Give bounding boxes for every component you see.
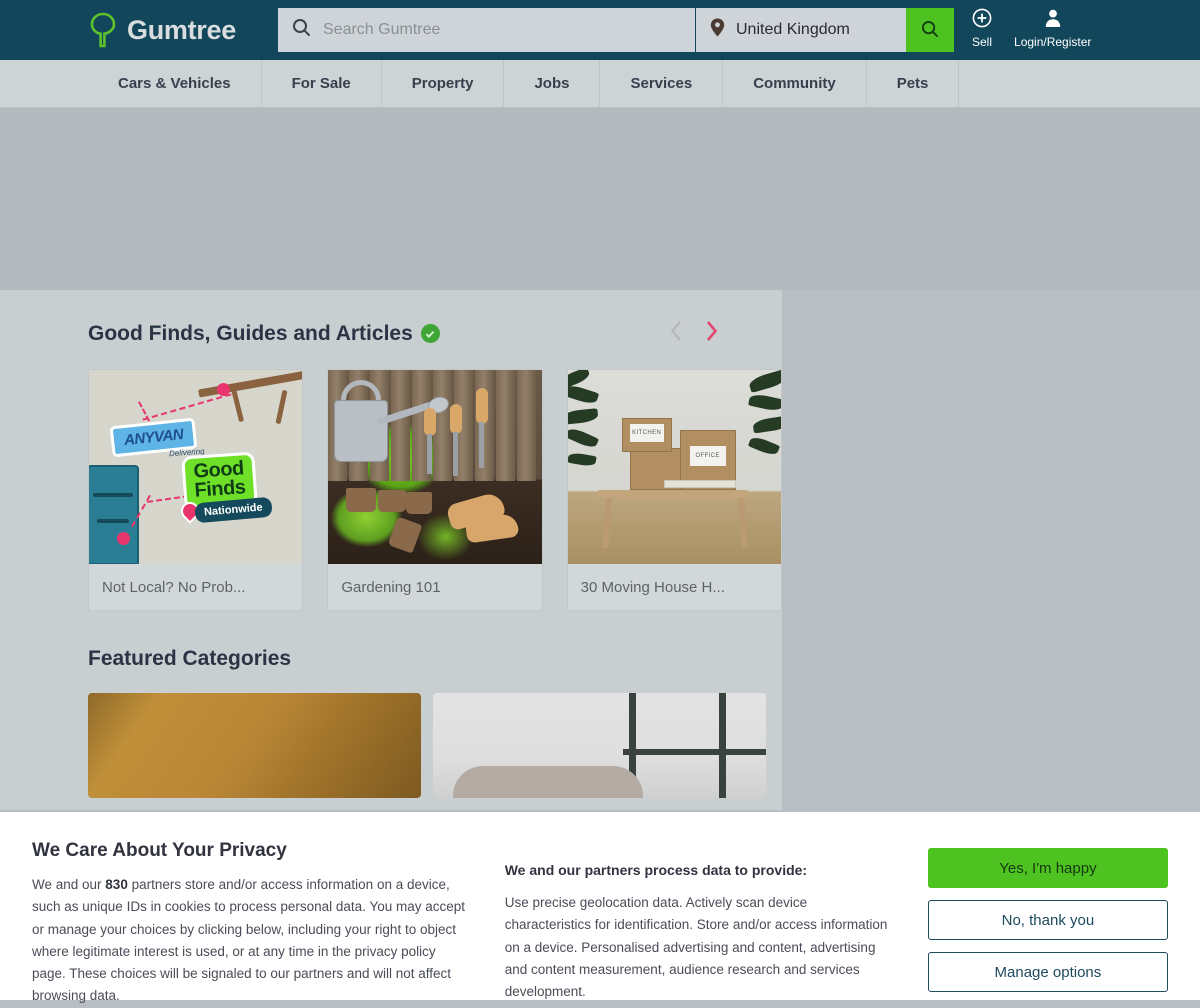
location-input[interactable]: United Kingdom (736, 21, 850, 39)
fence-plank (517, 370, 536, 481)
nav-item-pets[interactable]: Pets (867, 60, 960, 107)
seedling-pot (346, 488, 376, 512)
fence-plank (475, 370, 494, 481)
tool-handle (424, 408, 436, 436)
main-content: Good Finds, Guides and Articles (0, 290, 782, 810)
header-actions: Sell Login/Register (972, 8, 1091, 49)
search-icon (292, 18, 311, 42)
privacy-body: We and our 830 partners store and/or acc… (32, 874, 469, 1008)
gardening-photo (327, 369, 542, 564)
reject-all-button[interactable]: No, thank you (928, 900, 1168, 940)
route-dash (143, 393, 232, 420)
good-finds-card[interactable]: KITCHEN OFFICE 30 Moving House H... (567, 369, 782, 611)
seedling-pot (406, 492, 432, 514)
brand-name: Gumtree (127, 15, 236, 46)
card-label: Not Local? No Prob... (88, 564, 303, 611)
sell-label: Sell (972, 35, 992, 49)
category-nav: Cars & Vehicles For Sale Property Jobs S… (0, 60, 1200, 108)
fence-plank (496, 370, 515, 481)
nav-item-services[interactable]: Services (600, 60, 723, 107)
location-input-wrapper[interactable]: United Kingdom (696, 8, 906, 52)
chevron-right-icon[interactable] (705, 320, 718, 347)
carousel-controls (670, 320, 742, 347)
table-illustration (198, 371, 303, 398)
nav-item-property[interactable]: Property (382, 60, 505, 107)
anyvan-good-finds-illustration: ANYVAN Delivering Good Finds Nationwide (88, 369, 303, 564)
shelf-upright (719, 693, 726, 798)
login-register-button[interactable]: Login/Register (1014, 8, 1091, 49)
featured-category-card[interactable] (433, 693, 766, 798)
featured-categories-title: Featured Categories (88, 647, 291, 671)
site-header: Gumtree Search Gumtree United Kingdom (0, 0, 1200, 60)
nav-item-community[interactable]: Community (723, 60, 867, 107)
good-finds-cards: ANYVAN Delivering Good Finds Nationwide … (88, 369, 782, 611)
shelf-rail (623, 749, 766, 755)
sell-button[interactable]: Sell (972, 8, 992, 49)
table-leg (276, 390, 288, 424)
tool-shaft (453, 432, 458, 476)
user-icon (1043, 8, 1063, 33)
manage-options-button[interactable]: Manage options (928, 952, 1168, 992)
route-dash (147, 495, 189, 503)
good-finds-word-finds: Finds (194, 478, 246, 501)
privacy-body-after: partners store and/or access information… (32, 877, 465, 1003)
featured-category-card[interactable] (88, 693, 421, 798)
moving-boxes-photo: KITCHEN OFFICE (567, 369, 782, 564)
verified-check-icon (421, 324, 440, 343)
search-submit-button[interactable] (906, 8, 954, 52)
privacy-consent-banner: We Care About Your Privacy We and our 83… (0, 812, 1200, 1000)
fence-plank (391, 370, 410, 481)
seedling-pot (378, 490, 406, 512)
featured-categories-cards (88, 693, 782, 798)
tool-shaft (427, 434, 432, 474)
accept-all-button[interactable]: Yes, I'm happy (928, 848, 1168, 888)
location-pin-icon (710, 18, 725, 42)
login-register-label: Login/Register (1014, 35, 1091, 49)
tree-icon (88, 12, 118, 48)
privacy-body-before: We and our (32, 877, 105, 892)
nav-left-spacer (0, 60, 88, 107)
privacy-purposes-column: We and our partners process data to prov… (505, 840, 892, 1000)
search-bar: Search Gumtree United Kingdom (278, 8, 954, 52)
gumtree-logo[interactable]: Gumtree (88, 12, 236, 48)
fridge-illustration (88, 465, 139, 564)
privacy-actions-column: Yes, I'm happy No, thank you Manage opti… (928, 840, 1168, 1000)
search-icon (921, 20, 939, 41)
route-dot (117, 532, 130, 545)
tool-handle (450, 404, 462, 434)
table-top (598, 490, 748, 498)
good-finds-header: Good Finds, Guides and Articles (88, 290, 782, 347)
featured-categories-header: Featured Categories (88, 611, 782, 671)
good-finds-card[interactable]: Gardening 101 (327, 369, 542, 611)
privacy-purposes-body: Use precise geolocation data. Actively s… (505, 892, 892, 1003)
sofa (453, 766, 643, 798)
privacy-title: We Care About Your Privacy (32, 840, 469, 862)
partner-count: 830 (105, 877, 128, 892)
chevron-left-icon[interactable] (670, 320, 683, 347)
search-input[interactable]: Search Gumtree (323, 21, 440, 39)
empty-pot (388, 516, 423, 553)
privacy-purposes-title: We and our partners process data to prov… (505, 862, 892, 878)
tool-handle (476, 388, 488, 424)
hero-banner-placeholder (0, 108, 1200, 290)
watering-can (334, 400, 388, 462)
card-label: 30 Moving House H... (567, 564, 782, 611)
card-label: Gardening 101 (327, 564, 542, 611)
table-leg (231, 388, 244, 422)
box-label-office: OFFICE (690, 446, 726, 466)
nav-item-for-sale[interactable]: For Sale (262, 60, 382, 107)
nav-item-jobs[interactable]: Jobs (504, 60, 600, 107)
good-finds-title: Good Finds, Guides and Articles (88, 322, 413, 346)
tool-shaft (479, 422, 484, 468)
rolled-item (664, 480, 736, 488)
plus-circle-icon (972, 8, 992, 33)
nav-item-cars-vehicles[interactable]: Cars & Vehicles (88, 60, 262, 107)
privacy-description-column: We Care About Your Privacy We and our 83… (32, 840, 469, 1000)
box-label-kitchen: KITCHEN (630, 424, 664, 442)
good-finds-card[interactable]: ANYVAN Delivering Good Finds Nationwide … (88, 369, 303, 611)
search-input-wrapper[interactable]: Search Gumtree (278, 8, 696, 52)
